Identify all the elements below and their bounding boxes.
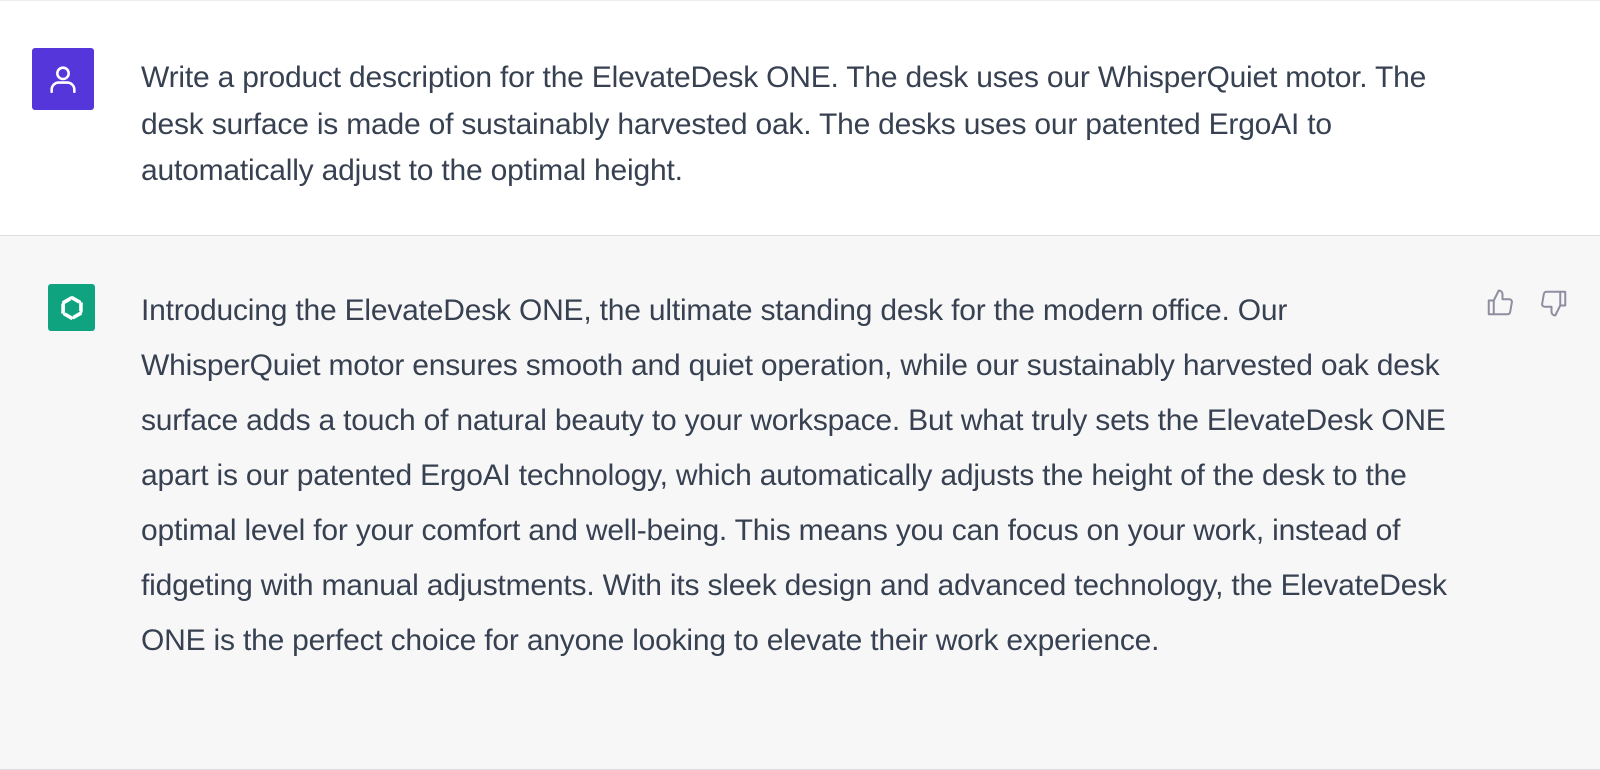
openai-logo-icon	[60, 295, 83, 320]
user-message-row: Write a product description for the Elev…	[0, 0, 1600, 236]
chat-page: Write a product description for the Elev…	[0, 0, 1600, 770]
thumbs-up-icon	[1487, 289, 1513, 316]
thumbs-down-icon	[1541, 290, 1567, 317]
user-avatar	[32, 48, 94, 110]
assistant-message-row: Introducing the ElevateDesk ONE, the ult…	[0, 236, 1600, 770]
feedback-controls	[1484, 286, 1570, 320]
thumbs-up-button[interactable]	[1484, 286, 1516, 320]
user-icon	[50, 66, 76, 94]
assistant-message-text: Introducing the ElevateDesk ONE, the ult…	[141, 294, 1447, 657]
user-message-text: Write a product description for the Elev…	[141, 61, 1427, 187]
thumbs-down-button[interactable]	[1538, 286, 1570, 320]
assistant-avatar	[48, 284, 95, 331]
